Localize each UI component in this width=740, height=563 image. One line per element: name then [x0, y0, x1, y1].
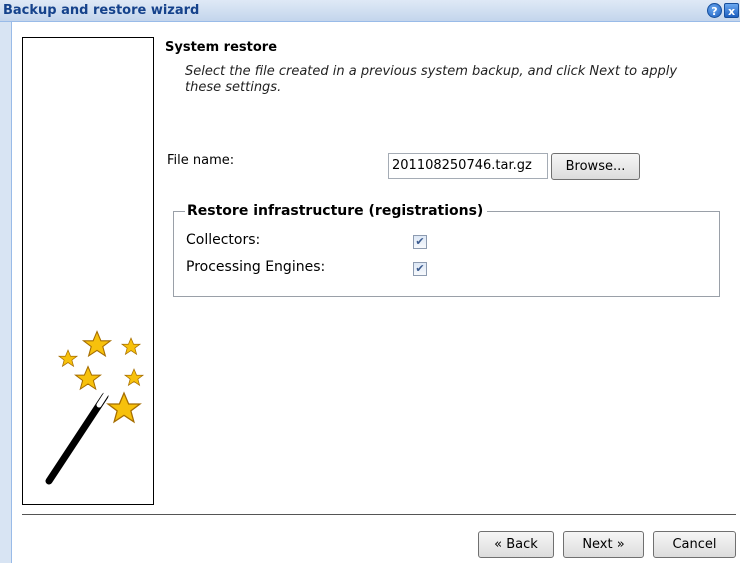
cancel-button[interactable]: Cancel: [653, 531, 736, 558]
wizard-side-panel: [22, 37, 154, 505]
file-name-label: File name:: [167, 153, 235, 168]
window-title: Backup and restore wizard: [3, 3, 200, 18]
close-icon[interactable]: x: [724, 3, 739, 18]
footer-divider: [22, 514, 736, 515]
title-bar: Backup and restore wizard ? x: [0, 0, 740, 22]
restore-infrastructure-group: [173, 211, 720, 297]
processing-engines-label: Processing Engines:: [186, 259, 326, 275]
processing-engines-checkbox[interactable]: ✔: [413, 262, 427, 276]
step-description: Select the file created in a previous sy…: [185, 64, 678, 95]
file-name-field[interactable]: 201108250746.tar.gz: [388, 153, 548, 179]
next-button[interactable]: Next »: [563, 531, 644, 558]
collectors-checkbox[interactable]: ✔: [413, 235, 427, 249]
browse-button[interactable]: Browse...: [551, 153, 640, 180]
magic-wand-icon: [45, 330, 144, 485]
collectors-label: Collectors:: [186, 232, 261, 248]
restore-infrastructure-legend: Restore infrastructure (registrations): [185, 203, 488, 219]
back-button[interactable]: « Back: [478, 531, 554, 558]
step-title: System restore: [165, 40, 278, 55]
help-icon[interactable]: ?: [707, 3, 722, 18]
window-frame-left: [0, 22, 12, 563]
